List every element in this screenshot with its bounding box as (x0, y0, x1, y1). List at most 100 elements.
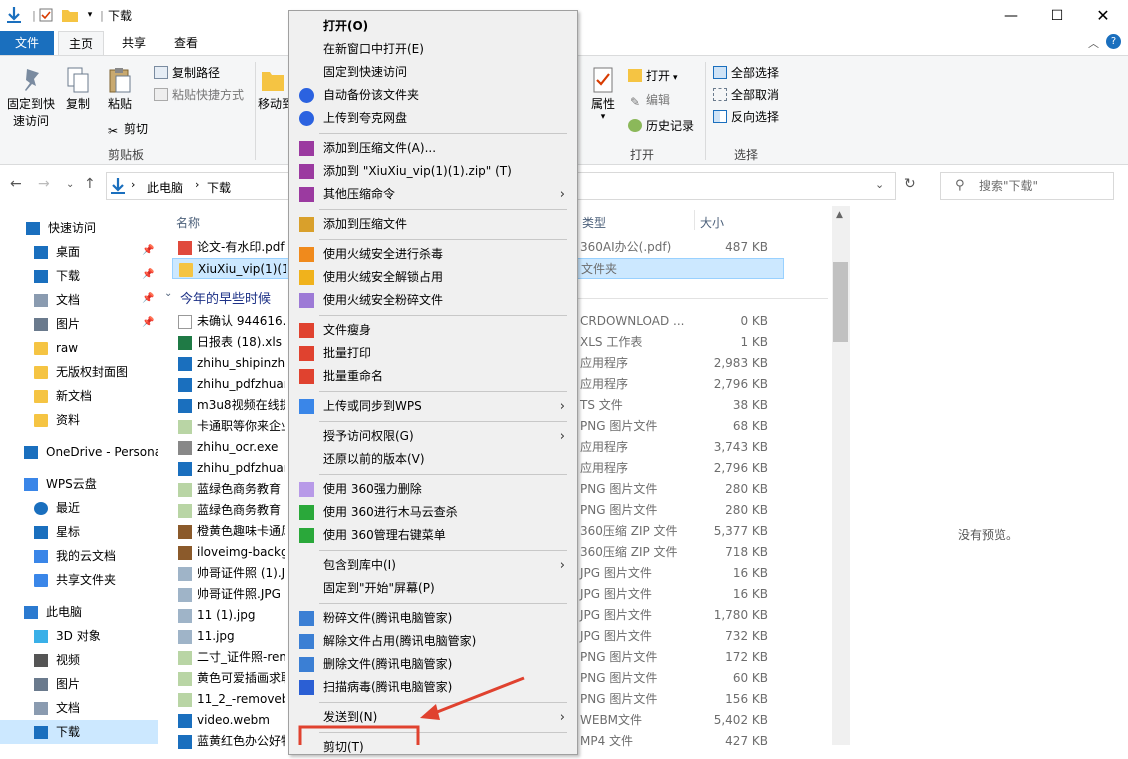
nav-item[interactable]: 无版权封面图 (34, 360, 128, 384)
context-menu-item[interactable]: 扫描病毒(腾讯电脑管家) (291, 676, 575, 699)
forward-arrow-icon[interactable]: → (38, 176, 50, 192)
chevron-down-icon[interactable]: ⌄ (164, 288, 172, 299)
nav-item[interactable]: 3D 对象 (34, 624, 101, 648)
copy-path-button[interactable]: 复制路径 (154, 63, 220, 83)
column-header-size[interactable]: 大小 (700, 214, 724, 231)
cut-button[interactable]: ✂ 剪切 (106, 119, 148, 139)
select-none-button[interactable]: 全部取消 (713, 85, 779, 105)
address-dropdown-icon[interactable]: ⌄ (875, 178, 884, 191)
menu-item-label: 还原以前的版本(V) (323, 452, 425, 466)
back-arrow-icon[interactable]: ← (10, 176, 22, 192)
recent-locations-icon[interactable]: ⌄ (66, 179, 74, 190)
vertical-scrollbar[interactable]: ▲ (832, 206, 850, 745)
context-menu-item[interactable]: 上传或同步到WPS › (291, 395, 575, 418)
context-menu-item[interactable]: 其他压缩命令 › (291, 183, 575, 206)
close-icon[interactable]: ✕ (1080, 0, 1126, 31)
context-menu-item[interactable]: 打开(O) (291, 15, 575, 38)
context-menu-item[interactable]: 自动备份该文件夹 (291, 84, 575, 107)
open-button[interactable]: 打开 ▾ (628, 66, 678, 86)
nav-item[interactable]: 文档 (34, 696, 80, 720)
context-menu-item[interactable]: 在新窗口中打开(E) (291, 38, 575, 61)
tab-file[interactable]: 文件 (0, 31, 54, 55)
nav-item[interactable]: 快速访问 (26, 216, 96, 240)
breadcrumb-this-pc[interactable]: 此电脑 (147, 179, 183, 196)
properties-quick-icon[interactable] (38, 6, 54, 24)
scrollbar-thumb[interactable] (833, 262, 848, 342)
context-menu-item[interactable]: 剪切(T) (291, 736, 575, 759)
context-menu-item[interactable]: 包含到库中(I) › (291, 554, 575, 577)
minimize-icon[interactable]: — (988, 0, 1034, 31)
context-menu-item[interactable]: 使用火绒安全粉碎文件 (291, 289, 575, 312)
360-delete-icon (299, 482, 314, 497)
scroll-up-icon[interactable]: ▲ (836, 210, 843, 220)
tab-share[interactable]: 共享 (112, 31, 156, 55)
search-input[interactable]: ⚲ 搜索"下载" (940, 172, 1114, 200)
properties-button[interactable]: 属性 ▾ (588, 66, 618, 122)
context-menu-item[interactable]: 使用 360进行木马云查杀 (291, 501, 575, 524)
help-icon[interactable]: ? (1106, 34, 1121, 49)
context-menu-item[interactable]: 使用火绒安全进行杀毒 (291, 243, 575, 266)
nav-item[interactable]: 此电脑 (24, 600, 82, 624)
invert-selection-button[interactable]: 反向选择 (713, 107, 779, 127)
nav-item[interactable]: 新文档 (34, 384, 92, 408)
column-divider[interactable] (694, 210, 695, 230)
up-arrow-icon[interactable]: ↑ (84, 176, 96, 192)
context-menu-item[interactable]: 删除文件(腾讯电脑管家) (291, 653, 575, 676)
group-header[interactable]: 今年的早些时候 (180, 288, 271, 307)
pin-quick-access-button[interactable]: 固定到快速访问 (4, 66, 58, 130)
copy-button[interactable]: 复制 (62, 66, 94, 113)
paste-shortcut-button[interactable]: 粘贴快捷方式 (154, 85, 244, 105)
maximize-icon[interactable]: ☐ (1034, 0, 1080, 31)
nav-item[interactable]: 文档 (34, 288, 80, 312)
context-menu-item[interactable]: 批量打印 (291, 342, 575, 365)
quark-upload-icon (299, 111, 314, 126)
menu-separator (319, 209, 567, 210)
context-menu-item[interactable]: 解除文件占用(腾讯电脑管家) (291, 630, 575, 653)
context-menu-item[interactable]: 固定到快速访问 (291, 61, 575, 84)
refresh-icon[interactable]: ↻ (904, 176, 916, 192)
new-folder-quick-icon[interactable] (62, 6, 78, 24)
nav-item[interactable]: 我的云文档 (34, 544, 116, 568)
history-button[interactable]: 历史记录 (628, 116, 694, 136)
nav-item[interactable]: 视频 (34, 648, 80, 672)
file-size: 5,402 KB (713, 713, 768, 727)
nav-item[interactable]: WPS云盘 (24, 472, 97, 496)
tab-view[interactable]: 查看 (164, 31, 208, 55)
edit-button[interactable]: ✎ 编辑 (628, 90, 670, 110)
nav-item[interactable]: 星标 (34, 520, 80, 544)
context-menu-item[interactable]: 添加到 "XiuXiu_vip(1)(1).zip" (T) (291, 160, 575, 183)
breadcrumb-downloads[interactable]: 下载 (207, 179, 231, 196)
nav-item[interactable]: 图片 (34, 312, 80, 336)
context-menu-item[interactable]: 使用 360管理右键菜单 (291, 524, 575, 547)
open-group-label: 打开 (630, 148, 655, 162)
nav-item[interactable]: 桌面 (34, 240, 80, 264)
context-menu-item[interactable]: 固定到"开始"屏幕(P) (291, 577, 575, 600)
nav-item[interactable]: 共享文件夹 (34, 568, 116, 592)
column-header-name[interactable]: 名称 (176, 214, 200, 231)
context-menu-item[interactable]: 上传到夸克网盘 (291, 107, 575, 130)
nav-item[interactable]: raw (34, 336, 78, 360)
paste-button[interactable]: 粘贴 (104, 66, 136, 113)
context-menu-item[interactable]: 文件瘦身 (291, 319, 575, 342)
context-menu-item[interactable]: 添加到压缩文件 (291, 213, 575, 236)
nav-item[interactable]: 下载 (0, 720, 158, 744)
move-to-button[interactable]: 移动到 (258, 66, 288, 113)
context-menu-item[interactable]: 使用火绒安全解锁占用 (291, 266, 575, 289)
column-header-type[interactable]: 类型 (582, 214, 606, 231)
context-menu-item[interactable]: 粉碎文件(腾讯电脑管家) (291, 607, 575, 630)
nav-item[interactable]: 最近 (34, 496, 80, 520)
tab-home[interactable]: 主页 (58, 31, 104, 55)
context-menu-item[interactable]: 还原以前的版本(V) (291, 448, 575, 471)
context-menu-item[interactable]: 添加到压缩文件(A)... (291, 137, 575, 160)
collapse-ribbon-icon[interactable]: ︿ (1088, 35, 1099, 51)
context-menu-item[interactable]: 批量重命名 (291, 365, 575, 388)
context-menu-item[interactable]: 使用 360强力删除 (291, 478, 575, 501)
context-menu-item[interactable]: 授予访问权限(G) › (291, 425, 575, 448)
download-icon (34, 269, 48, 283)
select-all-button[interactable]: 全部选择 (713, 63, 779, 83)
nav-item[interactable]: 下载 (34, 264, 80, 288)
nav-item[interactable]: OneDrive - Persona (24, 440, 162, 464)
nav-item[interactable]: 图片 (34, 672, 80, 696)
context-menu-item[interactable]: 发送到(N) › (291, 706, 575, 729)
nav-item[interactable]: 资料 (34, 408, 80, 432)
